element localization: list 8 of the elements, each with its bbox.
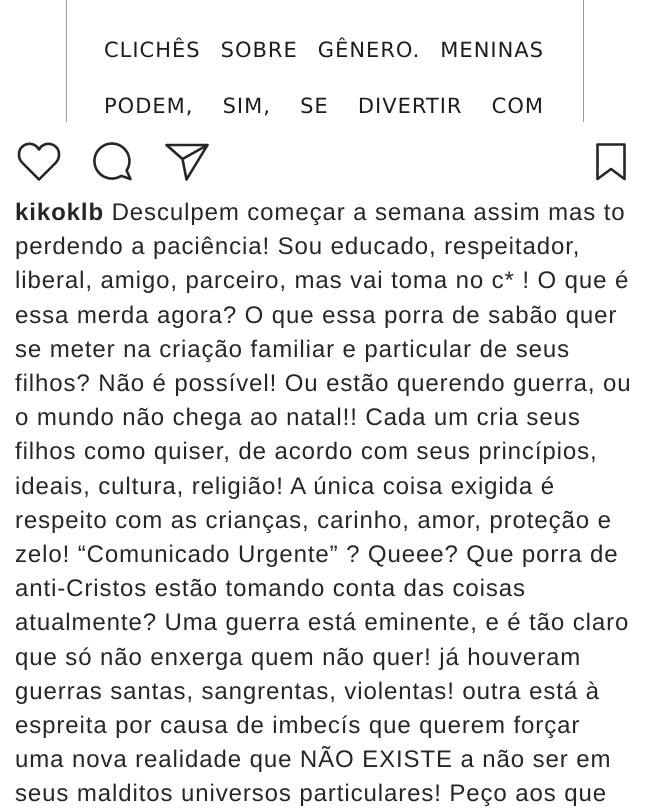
- heart-icon[interactable]: [17, 142, 61, 181]
- send-icon[interactable]: [165, 142, 209, 180]
- caption-text: kikoklb Desculpem começar a semana assim mas to perdendo a paciência! Sou educado, respeitador, liberal, amigo, parceiro, mas vai toma no c* ! O que é essa merda agora? O que essa porra de sabão quer se meter na criação familiar e particular de seus filhos? Não é possível! Ou estão querendo guerra, ou o mundo não chega ao natal!! Cada um cria seus filhos como quiser, de acordo com seus princípios, ideais, cultura, religião! A única coisa exigida é respeito com as crianças, carinho, amor, proteção e zelo! “Comunicado Urgente” ? Queee? Que porra de anti-Cristos estão tomando conta das coisas atualmente? Uma guerra está eminente, e é tão claro que só não enxerga quem não quer! já houveram guerras santas, sangrentas, violentas! outra está à espreita por causa de imbecís que querem forçar uma nova realidade que NÃO EXISTE a não ser em seus malditos universos particulares! Peço aos que: [14, 198, 632, 808]
- document-text-line: CLICHÊS SOBRE GÊNERO. MENINAS: [104, 36, 544, 64]
- bookmark-icon[interactable]: [596, 142, 626, 180]
- comment-icon[interactable]: [92, 142, 134, 181]
- document-text-line: PODEM, SIM, SE DIVERTIR COM: [104, 93, 544, 120]
- username-link[interactable]: kikoklb: [15, 199, 104, 226]
